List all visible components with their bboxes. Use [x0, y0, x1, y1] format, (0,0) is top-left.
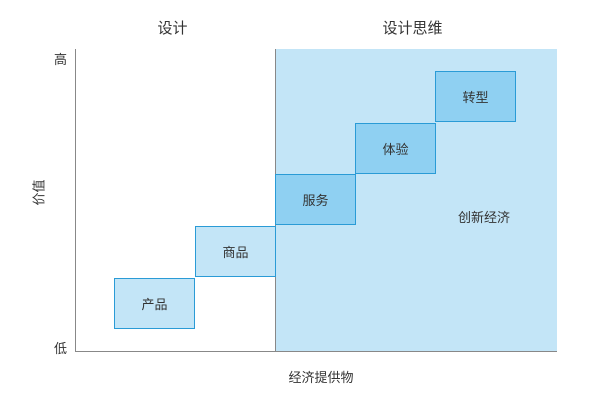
- step-product: 产品: [114, 278, 195, 329]
- step-commodity-label: 商品: [222, 246, 249, 261]
- innovation-economy-label: 创新经济: [458, 211, 511, 226]
- header-design-thinking: 设计思维: [382, 19, 443, 37]
- y-axis-high-label: 高: [54, 53, 68, 68]
- header-design: 设计: [157, 19, 188, 37]
- step-transformation-label: 转型: [462, 91, 489, 106]
- x-axis-title: 经济提供物: [288, 371, 354, 386]
- x-axis: [75, 351, 557, 352]
- step-service-label: 服务: [302, 194, 329, 209]
- step-transformation: 转型: [435, 71, 516, 122]
- step-commodity: 商品: [195, 226, 276, 277]
- step-experience: 体验: [355, 123, 436, 174]
- y-axis: [75, 49, 76, 352]
- step-product-label: 产品: [141, 298, 168, 313]
- step-experience-label: 体验: [382, 143, 409, 158]
- y-axis-title: 价值: [32, 179, 48, 206]
- step-service: 服务: [275, 174, 356, 225]
- y-axis-low-label: 低: [54, 342, 68, 357]
